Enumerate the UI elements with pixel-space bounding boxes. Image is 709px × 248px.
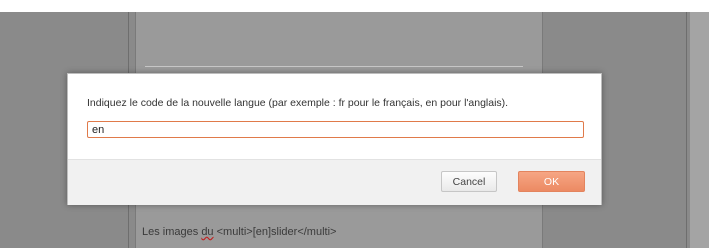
- dialog-prompt: Indiquez le code de la nouvelle langue (…: [87, 97, 509, 109]
- language-code-dialog: Indiquez le code de la nouvelle langue (…: [67, 73, 602, 205]
- page-rule: [145, 66, 523, 67]
- dialog-footer: Cancel OK: [68, 159, 601, 205]
- background-text-misspelled: du: [201, 226, 214, 238]
- cancel-button[interactable]: Cancel: [441, 171, 497, 192]
- right-panel: [690, 12, 709, 248]
- dialog-body: Indiquez le code de la nouvelle langue (…: [68, 74, 601, 159]
- background-text-before: Les images: [142, 226, 202, 238]
- ok-button[interactable]: OK: [518, 171, 585, 192]
- language-code-input[interactable]: [87, 121, 584, 138]
- background-text-after: <multi>[en]slider</multi>: [213, 226, 337, 238]
- divider: [686, 12, 687, 248]
- top-strip: [0, 0, 709, 12]
- screen: Les images du <multi>[en]slider</multi> …: [0, 0, 709, 248]
- background-content-text: Les images du <multi>[en]slider</multi>: [142, 226, 336, 238]
